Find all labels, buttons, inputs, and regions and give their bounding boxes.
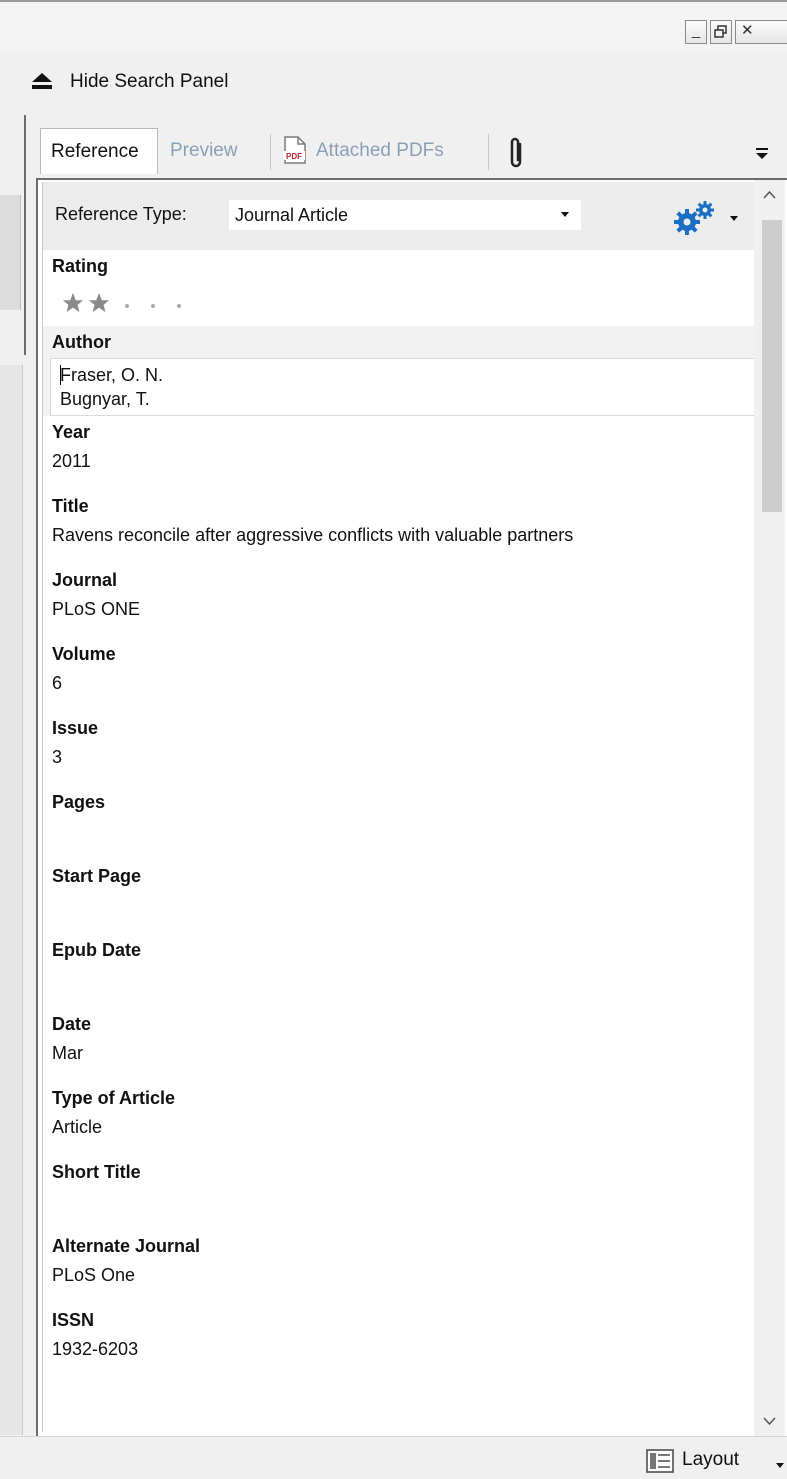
field-value[interactable]	[52, 818, 755, 860]
field-issn[interactable]: ISSN 1932-6203	[43, 1304, 755, 1378]
field-label: Year	[52, 422, 91, 442]
field-issue[interactable]: Issue 3	[43, 712, 755, 786]
tab-attached-pdfs[interactable]: PDF Attached PDFs	[282, 128, 444, 174]
reference-fields: Rating Author Fraser, O. N. Bugnyar, T.	[43, 250, 758, 1378]
field-label: Pages	[52, 792, 106, 812]
field-year[interactable]: Year 2011	[43, 416, 755, 490]
field-alternate-journal[interactable]: Alternate Journal PLoS One	[43, 1230, 755, 1304]
star-filled-icon[interactable]	[88, 292, 110, 314]
field-value[interactable]: 6	[52, 670, 755, 712]
reference-type-label: Reference Type:	[55, 204, 187, 224]
field-label: Author	[52, 332, 111, 352]
rating-stars[interactable]	[52, 282, 755, 326]
reference-type-select[interactable]: Journal Article	[229, 200, 581, 230]
reference-type-row: Reference Type: Journal Article	[43, 182, 755, 250]
field-label: Rating	[52, 256, 108, 276]
field-label: Short Title	[52, 1162, 141, 1182]
text-cursor	[60, 365, 61, 385]
scroll-down-arrow-icon[interactable]	[754, 1406, 785, 1436]
tab-divider	[488, 134, 489, 170]
window-titlebar: _ ✕	[0, 0, 787, 50]
minimize-button[interactable]: _	[685, 20, 707, 44]
chevron-down-icon[interactable]	[730, 216, 738, 221]
field-value[interactable]: Article	[52, 1114, 755, 1156]
star-empty-dot[interactable]	[151, 304, 155, 308]
field-journal[interactable]: Journal PLoS ONE	[43, 564, 755, 638]
tab-reference[interactable]: Reference	[40, 128, 158, 174]
field-label: Epub Date	[52, 940, 142, 960]
author-input[interactable]: Fraser, O. N. Bugnyar, T.	[50, 358, 758, 416]
field-rating: Rating	[43, 250, 755, 326]
field-value[interactable]: Mar	[52, 1040, 755, 1082]
field-label: Date	[52, 1014, 92, 1034]
field-volume[interactable]: Volume 6	[43, 638, 755, 712]
layout-label: Layout	[682, 1449, 740, 1470]
star-empty-dot[interactable]	[125, 304, 129, 308]
status-bar: Layout	[0, 1436, 787, 1479]
field-label: Volume	[52, 644, 116, 664]
hide-search-panel-toggle[interactable]: Hide Search Panel	[0, 58, 787, 108]
gears-icon[interactable]	[671, 198, 719, 238]
field-author: Author Fraser, O. N. Bugnyar, T.	[43, 326, 758, 416]
field-type-of-article[interactable]: Type of Article Article	[43, 1082, 755, 1156]
close-button[interactable]: ✕	[735, 20, 787, 44]
left-pane-scroll-area	[0, 365, 23, 1435]
field-value[interactable]: PLoS One	[52, 1262, 755, 1304]
field-short-title[interactable]: Short Title	[43, 1156, 755, 1230]
field-value[interactable]: 3	[52, 744, 755, 786]
scrollbar-thumb[interactable]	[762, 220, 782, 512]
hide-search-panel-label: Hide Search Panel	[70, 71, 229, 92]
field-label: Alternate Journal	[52, 1236, 201, 1256]
reference-panel: Reference Type: Journal Article Rating A…	[36, 178, 787, 1436]
layout-icon	[646, 1449, 674, 1473]
pdf-icon: PDF	[283, 136, 306, 164]
author-line: Fraser, O. N.	[60, 365, 164, 385]
field-value[interactable]: 1932-6203	[52, 1336, 755, 1378]
field-value[interactable]: 2011	[52, 448, 755, 490]
star-filled-icon[interactable]	[62, 292, 84, 314]
field-title[interactable]: Title Ravens reconcile after aggressive …	[43, 490, 755, 564]
author-line: Bugnyar, T.	[60, 389, 150, 409]
vertical-scrollbar[interactable]	[754, 180, 785, 1436]
tab-attached-pdfs-label: Attached PDFs	[316, 140, 444, 161]
field-label: Journal	[52, 570, 118, 590]
chevron-down-icon	[561, 212, 569, 217]
field-value[interactable]	[52, 1188, 755, 1230]
chevron-down-icon	[776, 1463, 784, 1468]
field-value[interactable]: Ravens reconcile after aggressive confli…	[52, 522, 755, 564]
tab-preview[interactable]: Preview	[170, 128, 238, 174]
field-value[interactable]	[52, 892, 755, 934]
left-pane-fragment	[0, 195, 21, 310]
svg-text:PDF: PDF	[286, 152, 302, 161]
field-date[interactable]: Date Mar	[43, 1008, 755, 1082]
field-label: ISSN	[52, 1310, 95, 1330]
restore-icon	[714, 25, 727, 38]
field-label: Type of Article	[52, 1088, 176, 1108]
field-value[interactable]	[52, 966, 755, 1008]
field-value[interactable]: PLoS ONE	[52, 596, 755, 638]
tab-divider	[270, 134, 271, 170]
field-pages[interactable]: Pages	[43, 786, 755, 860]
overflow-menu-icon[interactable]	[754, 146, 770, 162]
reference-type-value: Journal Article	[235, 205, 349, 225]
scroll-up-arrow-icon[interactable]	[754, 180, 785, 210]
reference-tabs: Reference Preview PDF Attached PDFs	[36, 118, 787, 178]
field-start-page[interactable]: Start Page	[43, 860, 755, 934]
double-up-arrow-icon	[32, 73, 52, 89]
reference-editor: Reference Type: Journal Article Rating A…	[42, 182, 758, 1432]
field-label: Start Page	[52, 866, 142, 886]
restore-button[interactable]	[710, 20, 732, 44]
field-label: Issue	[52, 718, 99, 738]
paperclip-icon[interactable]	[506, 136, 528, 172]
field-label: Title	[52, 496, 89, 516]
field-epub-date[interactable]: Epub Date	[43, 934, 755, 1008]
star-empty-dot[interactable]	[177, 304, 181, 308]
